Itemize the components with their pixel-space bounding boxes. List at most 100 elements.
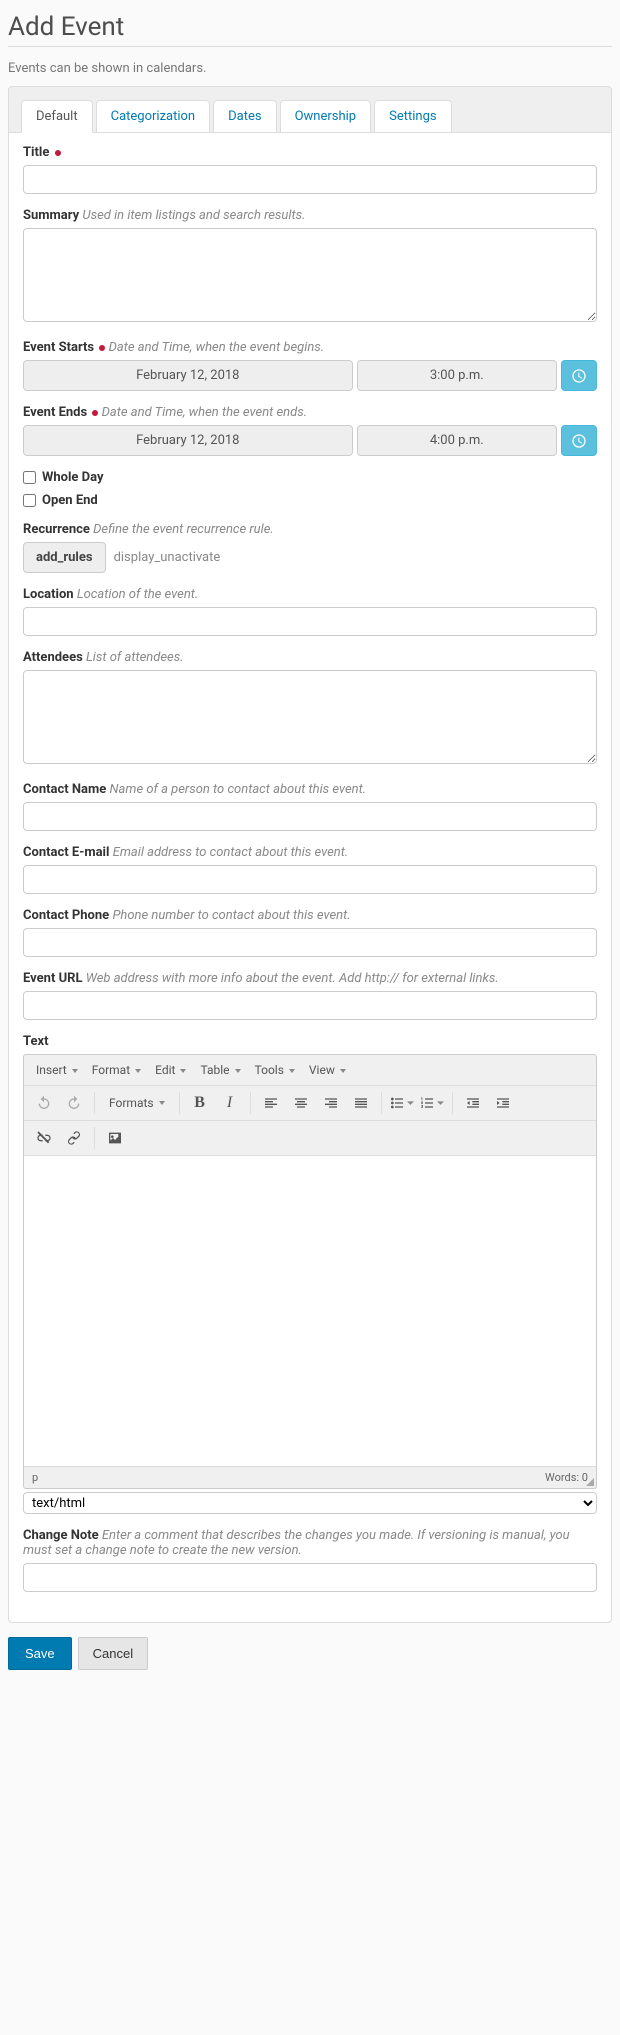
event-ends-now-button[interactable] [561, 425, 597, 456]
open-end-checkbox[interactable] [23, 494, 36, 507]
tab-settings[interactable]: Settings [374, 100, 451, 133]
contact-email-label-text: Contact E-mail [23, 845, 109, 860]
title-label-text: Title [23, 145, 49, 160]
tab-dates[interactable]: Dates [213, 100, 276, 133]
summary-textarea[interactable] [23, 228, 597, 322]
chevron-down-icon [437, 1100, 444, 1107]
editor-outdent-button[interactable] [459, 1090, 487, 1116]
editor-image-button[interactable] [101, 1125, 129, 1151]
contact-email-label: Contact E-mail Email address to contact … [23, 845, 597, 860]
event-url-hint: Web address with more info about the eve… [86, 971, 499, 986]
editor-status-path: p [32, 1471, 38, 1484]
required-dot-icon [55, 150, 61, 156]
link-icon [66, 1130, 82, 1146]
editor-redo-button[interactable] [60, 1090, 88, 1116]
editor-bullet-list-button[interactable] [388, 1090, 416, 1116]
indent-icon [495, 1095, 511, 1111]
event-starts-time-input[interactable]: 3:00 p.m. [357, 360, 557, 391]
editor-italic-button[interactable]: I [216, 1090, 244, 1116]
event-url-label: Event URL Web address with more info abo… [23, 971, 597, 986]
add-rules-button[interactable]: add_rules [23, 542, 106, 573]
contact-phone-hint: Phone number to contact about this event… [112, 908, 350, 923]
event-starts-label: Event Starts Date and Time, when the eve… [23, 340, 597, 355]
number-list-icon [419, 1095, 435, 1111]
contact-email-hint: Email address to contact about this even… [113, 845, 349, 860]
tab-categorization[interactable]: Categorization [96, 100, 211, 133]
required-dot-icon [99, 345, 105, 351]
recurrence-hint: Define the event recurrence rule. [93, 522, 274, 537]
editor-bold-button[interactable]: B [186, 1090, 214, 1116]
editor-menu-insert[interactable]: Insert [30, 1059, 84, 1081]
change-note-label-text: Change Note [23, 1528, 99, 1543]
bold-icon: B [194, 1094, 205, 1112]
editor-align-right-button[interactable] [317, 1090, 345, 1116]
redo-icon [66, 1095, 82, 1111]
change-note-label: Change Note Enter a comment that describ… [23, 1528, 597, 1558]
text-format-select[interactable]: text/html [23, 1492, 597, 1514]
editor-link-button[interactable] [60, 1125, 88, 1151]
page-subtitle: Events can be shown in calendars. [8, 61, 612, 76]
event-ends-date-input[interactable]: February 12, 2018 [23, 425, 353, 456]
location-input[interactable] [23, 607, 597, 636]
unlink-icon [36, 1130, 52, 1146]
tab-default[interactable]: Default [21, 100, 93, 133]
whole-day-checkbox[interactable] [23, 471, 36, 484]
align-right-icon [323, 1095, 339, 1111]
change-note-input[interactable] [23, 1563, 597, 1592]
event-starts-now-button[interactable] [561, 360, 597, 391]
event-url-label-text: Event URL [23, 971, 83, 986]
align-left-icon [263, 1095, 279, 1111]
bullet-list-icon [389, 1095, 405, 1111]
editor-unlink-button[interactable] [30, 1125, 58, 1151]
recurrence-label-text: Recurrence [23, 522, 90, 537]
clock-icon [571, 433, 587, 449]
editor-content-area[interactable] [24, 1156, 596, 1466]
summary-label: Summary Used in item listings and search… [23, 208, 597, 223]
editor-undo-button[interactable] [30, 1090, 58, 1116]
editor-menu-tools[interactable]: Tools [249, 1059, 301, 1081]
editor-menu-view[interactable]: View [303, 1059, 352, 1081]
italic-icon: I [227, 1094, 232, 1112]
editor-formats-dropdown[interactable]: Formats [101, 1090, 173, 1116]
event-ends-time-input[interactable]: 4:00 p.m. [357, 425, 557, 456]
editor-align-justify-button[interactable] [347, 1090, 375, 1116]
tab-body: Title Summary Used in item listings and … [9, 132, 611, 1622]
attendees-label-text: Attendees [23, 650, 83, 665]
event-ends-label-text: Event Ends [23, 405, 87, 420]
change-note-hint: Enter a comment that describes the chang… [23, 1528, 570, 1558]
contact-phone-label-text: Contact Phone [23, 908, 109, 923]
align-justify-icon [353, 1095, 369, 1111]
title-input[interactable] [23, 165, 597, 194]
outdent-icon [465, 1095, 481, 1111]
contact-phone-label: Contact Phone Phone number to contact ab… [23, 908, 597, 923]
save-button[interactable]: Save [8, 1637, 72, 1670]
event-url-input[interactable] [23, 991, 597, 1020]
contact-name-label: Contact Name Name of a person to contact… [23, 782, 597, 797]
editor-menu-format[interactable]: Format [86, 1059, 147, 1081]
location-label: Location Location of the event. [23, 587, 597, 602]
editor-menu-table[interactable]: Table [194, 1059, 246, 1081]
cancel-button[interactable]: Cancel [78, 1637, 148, 1670]
contact-name-input[interactable] [23, 802, 597, 831]
clock-icon [571, 368, 587, 384]
editor-number-list-button[interactable] [418, 1090, 446, 1116]
tab-ownership[interactable]: Ownership [280, 100, 372, 133]
recurrence-label: Recurrence Define the event recurrence r… [23, 522, 597, 537]
text-label: Text [23, 1034, 597, 1049]
editor-align-left-button[interactable] [257, 1090, 285, 1116]
title-divider [8, 46, 612, 47]
contact-email-input[interactable] [23, 865, 597, 894]
page-title: Add Event [8, 8, 612, 42]
editor-indent-button[interactable] [489, 1090, 517, 1116]
contact-phone-input[interactable] [23, 928, 597, 957]
recurrence-state: display_unactivate [114, 550, 221, 565]
event-starts-date-input[interactable]: February 12, 2018 [23, 360, 353, 391]
open-end-label: Open End [42, 493, 98, 508]
attendees-textarea[interactable] [23, 670, 597, 764]
location-label-text: Location [23, 587, 74, 602]
editor-menu-edit[interactable]: Edit [149, 1059, 192, 1081]
contact-name-hint: Name of a person to contact about this e… [110, 782, 367, 797]
editor-resize-handle[interactable] [584, 1476, 594, 1486]
undo-icon [36, 1095, 52, 1111]
editor-align-center-button[interactable] [287, 1090, 315, 1116]
